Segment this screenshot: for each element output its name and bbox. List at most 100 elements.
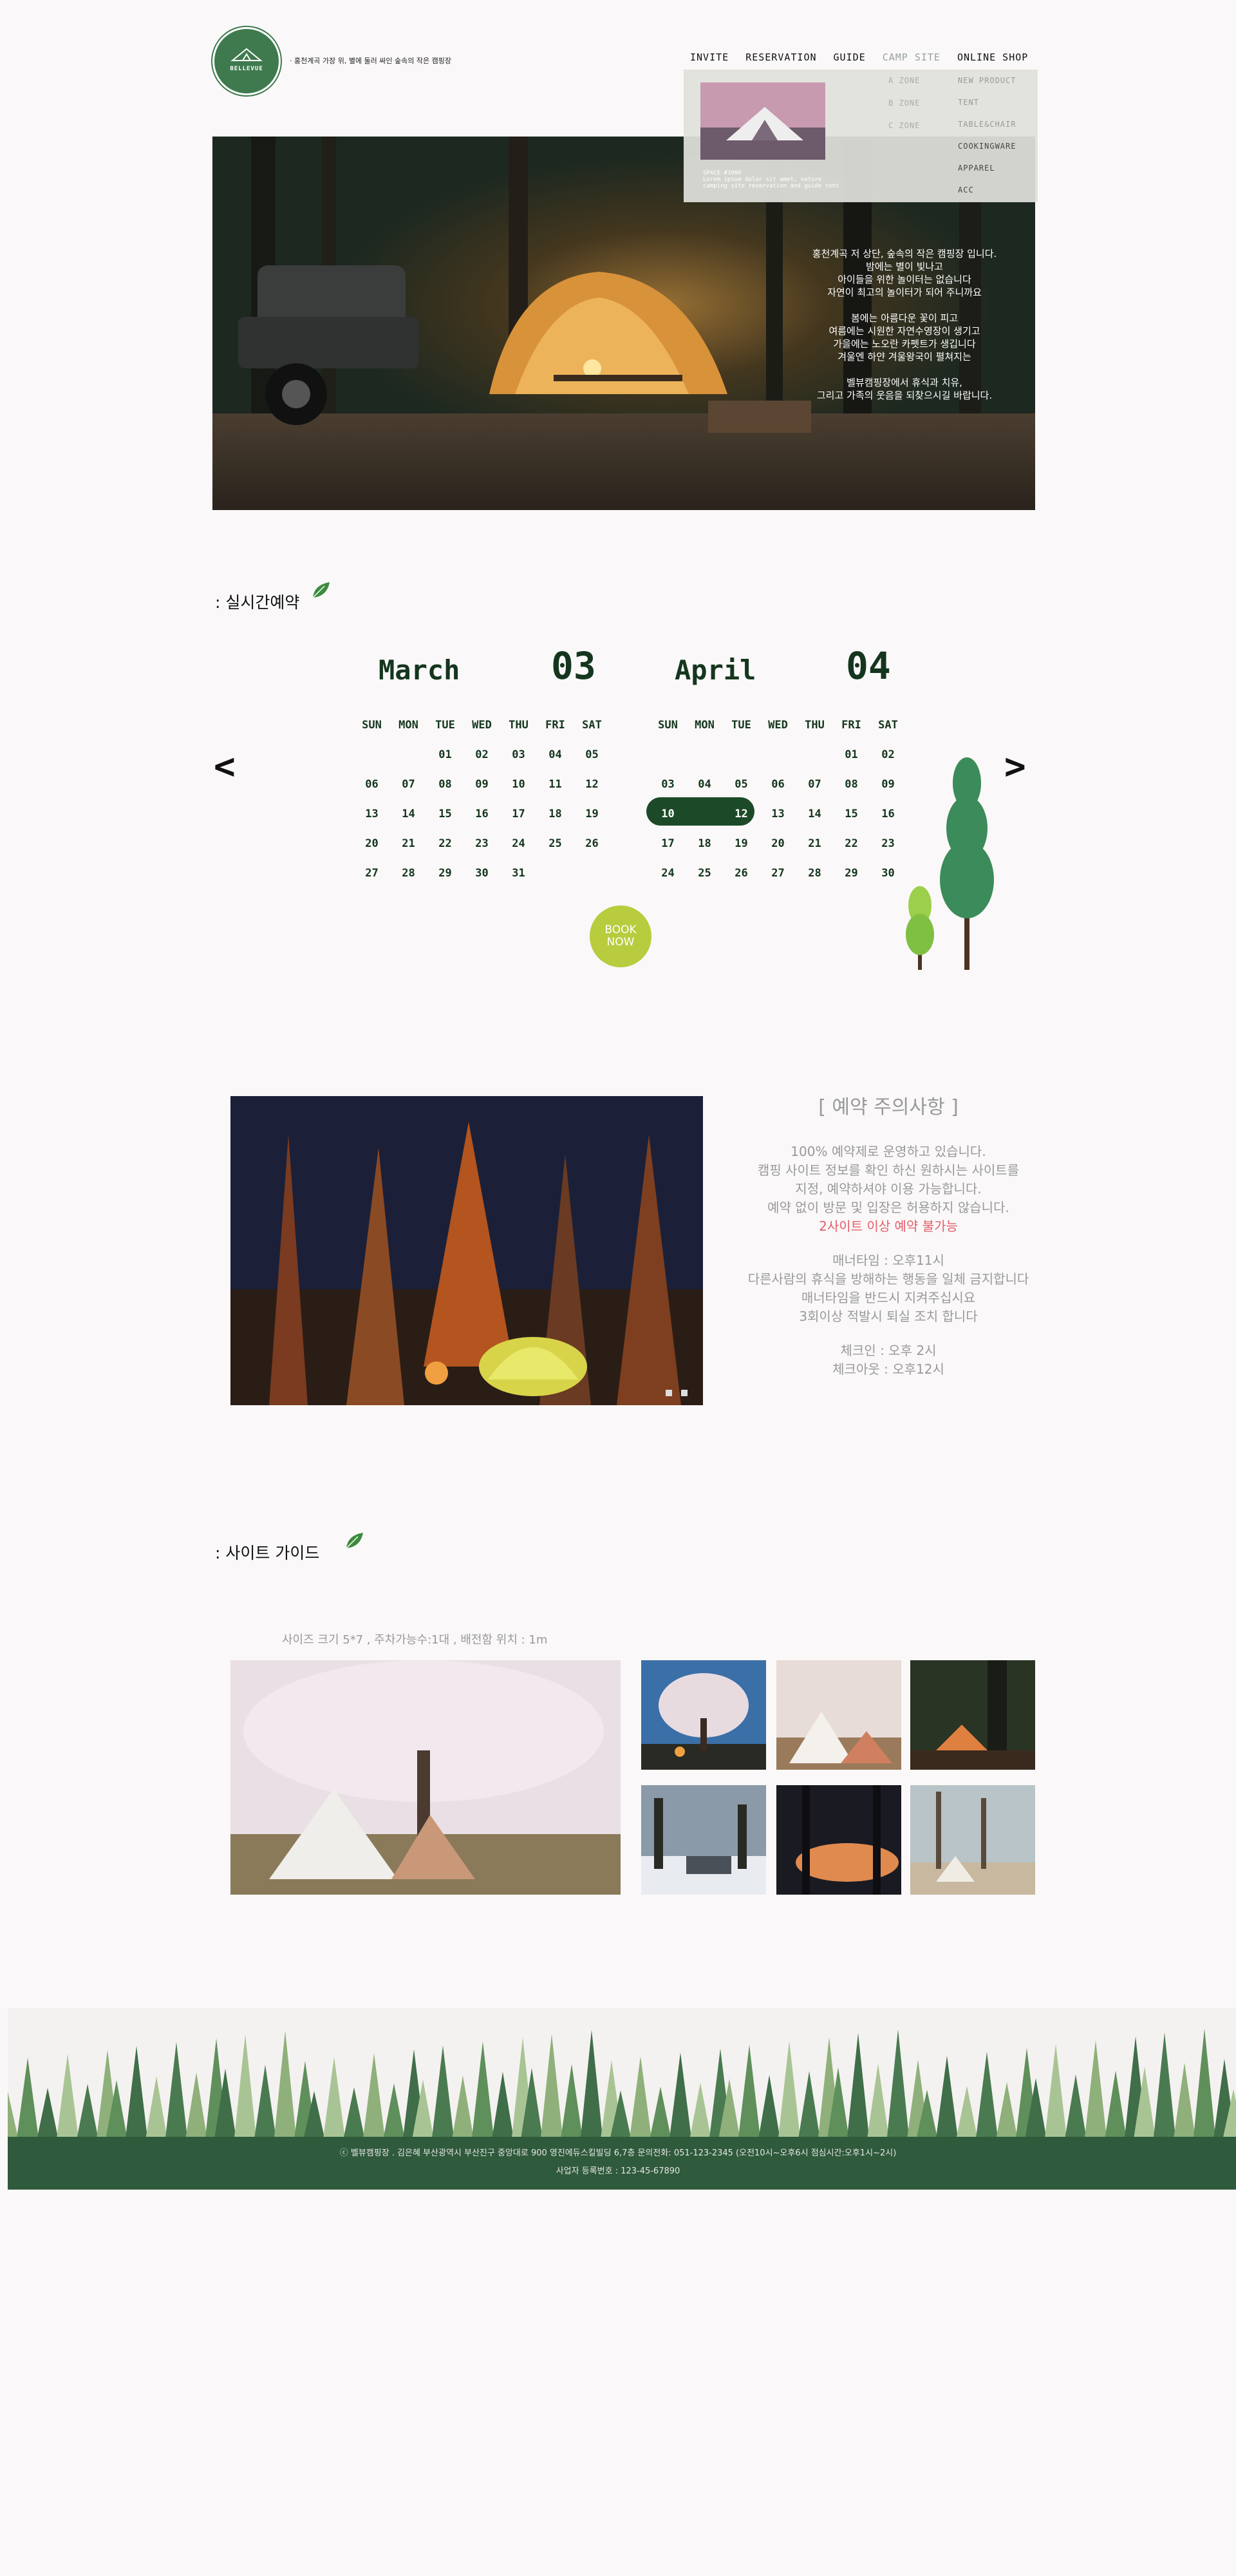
nav-guide[interactable]: GUIDE: [834, 52, 866, 63]
nav-online-shop[interactable]: ONLINE SHOP: [957, 52, 1028, 63]
calendar-day[interactable]: 03: [650, 775, 686, 793]
calendar-day[interactable]: 21: [390, 835, 427, 853]
site-thumb[interactable]: [910, 1660, 1035, 1770]
caption-title: SPACE #3000: [703, 170, 742, 176]
calendar-day[interactable]: 13: [353, 805, 390, 823]
notice-line: 예약 없이 방문 및 입장은 허용하지 않습니다.: [767, 1200, 1009, 1215]
calendar-day[interactable]: 21: [796, 835, 833, 853]
notice-line: 지정, 예약하셔야 이용 가능합니다.: [795, 1181, 982, 1197]
nav-invite[interactable]: INVITE: [690, 52, 729, 63]
calendar-day[interactable]: 26: [723, 864, 760, 882]
zone-b[interactable]: B ZONE: [888, 99, 920, 108]
shop-tent[interactable]: TENT: [958, 98, 1016, 107]
prev-month-arrow[interactable]: <: [214, 746, 236, 788]
calendar-day[interactable]: 13: [760, 805, 796, 823]
calendar-day[interactable]: 22: [427, 835, 464, 853]
calendar-day[interactable]: 29: [833, 864, 870, 882]
weekday-label: SUN: [658, 719, 678, 732]
footer-address: ⓒ 벨뷰캠핑장 . 김은혜 부산광역시 부산진구 중앙대로 900 영진에듀스킬…: [339, 2148, 897, 2158]
calendar-day[interactable]: 19: [723, 835, 760, 853]
slide-dot[interactable]: [666, 1390, 672, 1396]
calendar-day[interactable]: 28: [796, 864, 833, 882]
weekday-label: SAT: [582, 719, 602, 732]
calendar-day[interactable]: 01: [833, 746, 870, 764]
calendar-day[interactable]: 12: [574, 775, 610, 793]
dropdown-thumbnail[interactable]: [700, 82, 825, 160]
notice-line: 매너타임을 반드시 지켜주십시요: [801, 1290, 976, 1305]
calendar-day[interactable]: 10: [500, 775, 537, 793]
calendar-day[interactable]: 07: [796, 775, 833, 793]
calendar-day[interactable]: 08: [427, 775, 464, 793]
site-thumb[interactable]: [641, 1660, 766, 1770]
calendar-day[interactable]: 07: [390, 775, 427, 793]
calendar-day[interactable]: 06: [353, 775, 390, 793]
calendar-day[interactable]: 24: [500, 835, 537, 853]
calendar-day[interactable]: 11: [537, 775, 574, 793]
shop-apparel[interactable]: APPAREL: [958, 164, 1016, 173]
calendar-day[interactable]: 27: [760, 864, 796, 882]
calendar-day[interactable]: 17: [500, 805, 537, 823]
calendar-day[interactable]: 20: [353, 835, 390, 853]
notice-warning: 2사이트 이상 예약 불가능: [819, 1218, 958, 1234]
calendar-day[interactable]: 14: [796, 805, 833, 823]
calendar-day[interactable]: 30: [464, 864, 500, 882]
nav-reservation[interactable]: RESERVATION: [745, 52, 816, 63]
calendar-day[interactable]: 05: [574, 746, 610, 764]
calendar-day[interactable]: 16: [464, 805, 500, 823]
shop-cookingware[interactable]: COOKINGWARE: [958, 142, 1016, 151]
calendar-day[interactable]: 15: [427, 805, 464, 823]
shop-new-product[interactable]: NEW PRODUCT: [958, 76, 1016, 85]
calendar-day[interactable]: 09: [464, 775, 500, 793]
calendar-day[interactable]: 15: [833, 805, 870, 823]
site-size-note: 사이즈 크기 5*7 , 주차가능수:1대 , 배전함 위치 : 1m: [282, 1633, 548, 1647]
forest-camp-photo: [230, 1096, 703, 1405]
calendar-day[interactable]: 10: [650, 805, 686, 823]
site-thumb[interactable]: [910, 1785, 1035, 1895]
site-thumb[interactable]: [641, 1785, 766, 1895]
calendar-day[interactable]: 22: [833, 835, 870, 853]
site-thumb[interactable]: [776, 1660, 901, 1770]
nav-camp-site[interactable]: CAMP SITE: [883, 52, 941, 63]
zone-c[interactable]: C ZONE: [888, 121, 920, 130]
calendar-day[interactable]: 26: [574, 835, 610, 853]
calendar-day[interactable]: 28: [390, 864, 427, 882]
calendar-day[interactable]: 11: [686, 805, 723, 823]
book-now-button[interactable]: BOOK NOW: [590, 905, 651, 967]
weekday-label: THU: [509, 719, 529, 732]
calendar-day[interactable]: 25: [537, 835, 574, 853]
calendar-day[interactable]: 03: [500, 746, 537, 764]
zone-a[interactable]: A ZONE: [888, 76, 920, 85]
calendar-day[interactable]: 02: [464, 746, 500, 764]
next-month-arrow[interactable]: >: [1004, 746, 1026, 788]
site-thumb[interactable]: [776, 1785, 901, 1895]
shop-table-chair[interactable]: TABLE&CHAIR: [958, 120, 1016, 129]
calendar-day[interactable]: 18: [686, 835, 723, 853]
calendar-day[interactable]: 05: [723, 775, 760, 793]
logo[interactable]: BELLEVUE: [212, 27, 281, 95]
calendar-day[interactable]: 01: [427, 746, 464, 764]
calendar-day[interactable]: 17: [650, 835, 686, 853]
calendar-day[interactable]: 25: [686, 864, 723, 882]
calendar-day[interactable]: 18: [537, 805, 574, 823]
calendar-day[interactable]: 12: [723, 805, 760, 823]
weekday-label: WED: [768, 719, 788, 732]
shop-acc[interactable]: ACC: [958, 185, 1016, 194]
calendar-day[interactable]: 08: [833, 775, 870, 793]
hero-copy: 홍천계곡 저 상단, 숲속의 작은 캠핑장 입니다. 밤에는 별이 빛나고 아이…: [785, 247, 1024, 415]
calendar-day[interactable]: 19: [574, 805, 610, 823]
calendar-day[interactable]: 29: [427, 864, 464, 882]
calendar-day[interactable]: 20: [760, 835, 796, 853]
calendar-day[interactable]: 04: [537, 746, 574, 764]
cherry-blossom-camp-photo: [230, 1660, 621, 1895]
reservation-title-text: : 실시간예약: [215, 593, 300, 612]
weekday-label: SAT: [878, 719, 898, 732]
book-label: BOOK: [604, 923, 637, 936]
calendar-day[interactable]: 14: [390, 805, 427, 823]
calendar-day[interactable]: 06: [760, 775, 796, 793]
calendar-day[interactable]: 04: [686, 775, 723, 793]
calendar-day[interactable]: 23: [464, 835, 500, 853]
calendar-day[interactable]: 31: [500, 864, 537, 882]
slide-dot[interactable]: [681, 1390, 688, 1396]
calendar-day[interactable]: 24: [650, 864, 686, 882]
calendar-day[interactable]: 27: [353, 864, 390, 882]
